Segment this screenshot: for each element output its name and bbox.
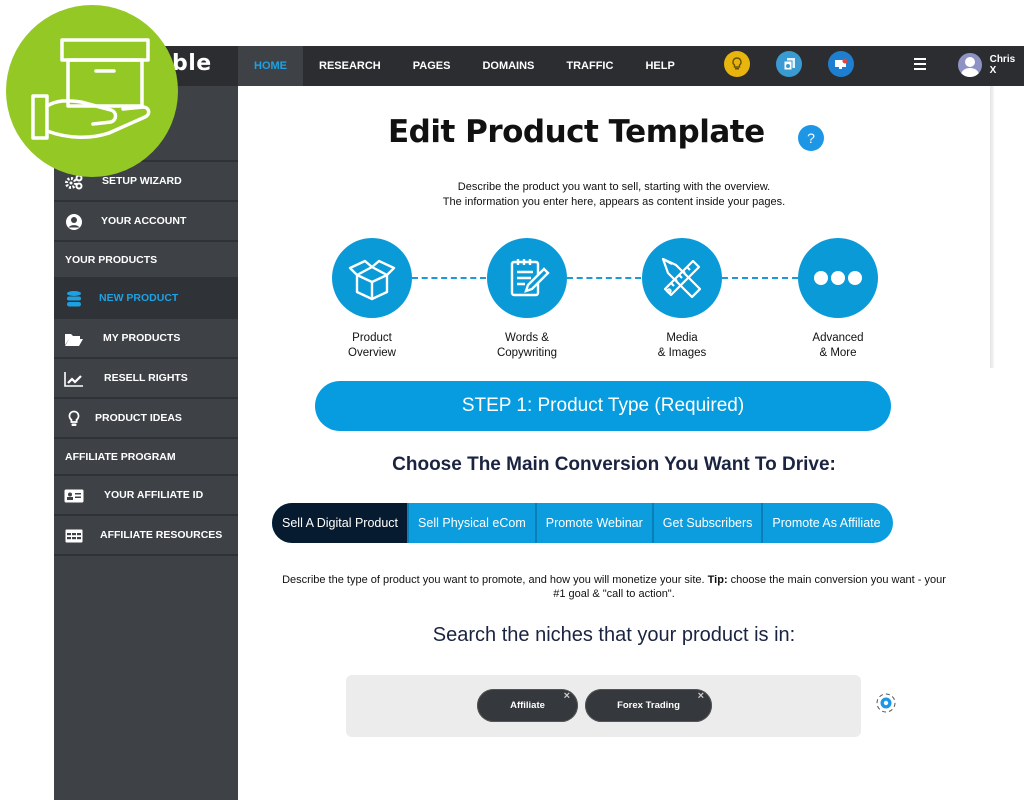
- niche-chip[interactable]: Forex Trading ×: [585, 689, 712, 722]
- main-content: Edit Product Template ? Describe the pro…: [238, 86, 990, 800]
- sidebar-item-label: YOUR AFFILIATE ID: [104, 489, 204, 501]
- avatar: [958, 53, 982, 77]
- close-icon[interactable]: ×: [698, 680, 704, 713]
- step-label: Advanced & More: [812, 332, 864, 359]
- tab-promote-webinar[interactable]: Promote Webinar: [537, 503, 654, 543]
- tip-label: Tip:: [707, 574, 728, 586]
- more-dots-icon: [798, 238, 878, 318]
- database-icon: [64, 290, 84, 308]
- intro-line: The information you enter here, appears …: [442, 196, 786, 208]
- niche-chip[interactable]: Affiliate ×: [477, 689, 578, 722]
- top-navbar: ble HOME RESEARCH PAGES DOMAINS TRAFFIC …: [54, 46, 1024, 86]
- conversion-description: Describe the type of product you want to…: [278, 573, 950, 601]
- nav-icon-group: [724, 51, 854, 77]
- sidebar-item-your-affiliate-id[interactable]: YOUR AFFILIATE ID: [54, 476, 238, 516]
- main-nav: HOME RESEARCH PAGES DOMAINS TRAFFIC HELP: [238, 46, 691, 86]
- nav-home[interactable]: HOME: [238, 46, 303, 86]
- hand-holding-box-icon: [31, 38, 151, 140]
- layers-icon[interactable]: [776, 51, 802, 77]
- panel-edge: [990, 86, 994, 368]
- step-1-banner[interactable]: STEP 1: Product Type (Required): [315, 381, 891, 431]
- refresh-settings-icon[interactable]: [875, 692, 897, 714]
- table-icon: [64, 527, 84, 545]
- user-menu[interactable]: Chris X: [958, 53, 1024, 77]
- user-circle-icon: [64, 213, 84, 231]
- step-label: Words & Copywriting: [496, 332, 558, 359]
- desc-text: Describe the type of product you want to…: [282, 574, 708, 586]
- pencil-ruler-icon: [642, 238, 722, 318]
- step-advanced-more[interactable]: Advanced & More: [783, 238, 893, 361]
- page-title: Edit Product Template: [388, 114, 765, 150]
- nav-help[interactable]: HELP: [629, 46, 690, 86]
- sidebar-item-label: AFFILIATE RESOURCES: [100, 529, 223, 541]
- chip-label: Forex Trading: [617, 700, 680, 711]
- id-card-icon: [64, 487, 84, 505]
- user-name: Chris X: [989, 54, 1016, 76]
- sidebar-item-new-product[interactable]: NEW PRODUCT: [54, 279, 238, 319]
- sidebar-item-label: RESELL RIGHTS: [104, 372, 188, 384]
- step-label: Product Overview: [348, 332, 396, 359]
- sidebar-item-product-ideas[interactable]: PRODUCT IDEAS: [54, 399, 238, 439]
- sidebar-item-your-account[interactable]: YOUR ACCOUNT: [54, 202, 238, 242]
- notepad-pencil-icon: [487, 238, 567, 318]
- niche-heading: Search the niches that your product is i…: [432, 624, 796, 646]
- product-badge: [6, 5, 178, 177]
- intro-text: Describe the product you want to sell, s…: [238, 180, 990, 210]
- nav-research[interactable]: RESEARCH: [303, 46, 397, 86]
- folder-open-icon: [64, 330, 84, 348]
- tab-promote-as-affiliate[interactable]: Promote As Affiliate: [763, 503, 892, 543]
- tab-sell-digital-product[interactable]: Sell A Digital Product: [272, 503, 410, 543]
- close-icon[interactable]: ×: [564, 680, 570, 713]
- sidebar-item-label: YOUR ACCOUNT: [101, 215, 187, 227]
- step-label: Media & Images: [657, 332, 707, 359]
- tab-get-subscribers[interactable]: Get Subscribers: [654, 503, 764, 543]
- step-words-copywriting[interactable]: Words & Copywriting: [472, 238, 582, 361]
- sidebar-item-resell-rights[interactable]: RESELL RIGHTS: [54, 359, 238, 399]
- sidebar: SETUP WIZARD YOUR ACCOUNT YOUR PRODUCTS …: [54, 86, 238, 800]
- lightbulb-icon: [64, 410, 84, 428]
- niche-search-input[interactable]: Affiliate × Forex Trading ×: [346, 675, 861, 737]
- help-button[interactable]: ?: [798, 125, 824, 151]
- chart-line-icon: [64, 370, 84, 388]
- conversion-tabs: Sell A Digital Product Sell Physical eCo…: [272, 503, 893, 543]
- sidebar-section-your-products: YOUR PRODUCTS: [54, 242, 238, 279]
- step-product-overview[interactable]: Product Overview: [317, 238, 427, 361]
- intro-line: Describe the product you want to sell, s…: [457, 181, 771, 193]
- nav-pages[interactable]: PAGES: [397, 46, 467, 86]
- nav-domains[interactable]: DOMAINS: [466, 46, 550, 86]
- app-window: ble HOME RESEARCH PAGES DOMAINS TRAFFIC …: [0, 0, 1024, 800]
- conversion-heading: Choose The Main Conversion You Want To D…: [392, 454, 836, 475]
- nav-traffic[interactable]: TRAFFIC: [550, 46, 629, 86]
- sidebar-item-label: MY PRODUCTS: [103, 332, 181, 344]
- box-open-icon: [332, 238, 412, 318]
- chip-label: Affiliate: [510, 700, 545, 711]
- sidebar-item-affiliate-resources[interactable]: AFFILIATE RESOURCES: [54, 516, 238, 556]
- sidebar-item-my-products[interactable]: MY PRODUCTS: [54, 319, 238, 359]
- monitor-notification-icon[interactable]: [828, 51, 854, 77]
- sidebar-item-label: NEW PRODUCT: [99, 292, 179, 304]
- tab-sell-physical-ecom[interactable]: Sell Physical eCom: [409, 503, 537, 543]
- lightbulb-icon[interactable]: [724, 51, 750, 77]
- step-progress: Product Overview Words & Copywriting Med…: [238, 238, 990, 368]
- sidebar-section-affiliate-program: AFFILIATE PROGRAM: [54, 439, 238, 476]
- menu-icon[interactable]: [914, 58, 926, 70]
- sidebar-item-label: PRODUCT IDEAS: [95, 412, 182, 424]
- step-media-images[interactable]: Media & Images: [627, 238, 737, 361]
